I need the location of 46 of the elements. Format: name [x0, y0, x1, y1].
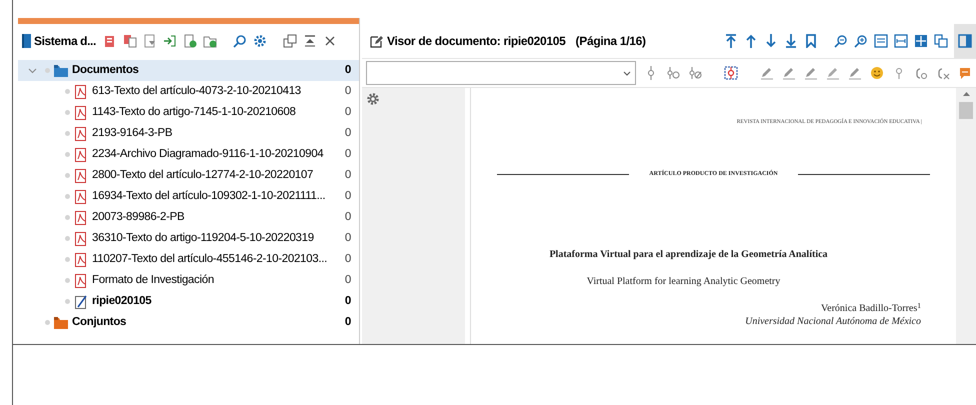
tree-item[interactable]: Conjuntos 0	[18, 312, 359, 333]
item-count: 0	[344, 146, 351, 162]
tree-item[interactable]: 2234-Archivo Diagramado-9116-1-10-20210904 0	[18, 144, 359, 165]
document-subtitle: Virtual Platform for learning Analytic Geometry	[586, 275, 780, 290]
tree-item[interactable]: 16934-Texto del artículo-109302-1-10-2021111... 0	[18, 186, 359, 207]
item-count: 0	[344, 294, 351, 309]
item-count: 0	[344, 104, 351, 120]
item-label: 20073-89986-2-PB	[92, 210, 186, 225]
item-label: 2800-Texto del artículo-12774-2-10-20220107	[92, 168, 314, 183]
viewer-title: Visor de documento: ripie020105	[387, 33, 566, 50]
tree-item[interactable]: Formato de Investigación 0	[18, 270, 359, 291]
panel-title: Sistema d...	[34, 33, 96, 50]
item-count: 0	[344, 188, 351, 204]
item-label: 1143-Texto do artigo-7145-1-10-20210608	[92, 104, 297, 120]
tree-item[interactable]: 110207-Texto del artículo-455146-2-10-202103... 0	[18, 249, 359, 270]
item-count: 0	[344, 84, 351, 99]
tree-item[interactable]: 1143-Texto do artigo-7145-1-10-20210608 0	[18, 102, 359, 123]
item-count: 0	[344, 314, 351, 330]
item-label: 110207-Texto del artículo-455146-2-10-202103...	[92, 252, 328, 267]
item-count: 0	[344, 126, 351, 141]
item-label: ripie020105	[92, 294, 152, 309]
author-affiliation: Universidad Nacional Autónoma de México	[745, 316, 921, 328]
item-count: 0	[344, 272, 351, 288]
item-count: 0	[344, 62, 351, 78]
item-label: 16934-Texto del artículo-109302-1-10-2021111...	[92, 188, 326, 204]
item-count: 0	[344, 230, 351, 246]
item-count: 0	[344, 252, 351, 267]
item-label: 2193-9164-3-PB	[92, 126, 174, 141]
tree-item[interactable]: ripie020105 0	[18, 291, 359, 312]
item-count: 0	[344, 210, 351, 225]
tree-item[interactable]: 2193-9164-3-PB 0	[18, 123, 359, 144]
author-name: Verónica Badillo-Torres$^{1}$	[821, 301, 921, 316]
page-indicator: (Página 1/16)	[576, 33, 646, 50]
tree-item[interactable]: 20073-89986-2-PB 0	[18, 207, 359, 228]
item-label: 2234-Archivo Diagramado-9116-1-10-20210904	[92, 146, 324, 162]
tree-item[interactable]: 2800-Texto del artículo-12774-2-10-20220107 0	[18, 165, 359, 186]
item-label: 36310-Texto do artigo-119204-5-10-20220319	[92, 230, 315, 246]
item-label: Documentos	[72, 62, 140, 78]
item-label: 613-Texto del artículo-4073-2-10-20210413	[92, 84, 302, 99]
item-count: 0	[344, 168, 351, 183]
tree-item[interactable]: Documentos 0	[18, 60, 359, 81]
item-label: Conjuntos	[72, 314, 128, 330]
tree-item[interactable]: 613-Texto del artículo-4073-2-10-20210413 0	[18, 81, 359, 102]
item-label: Formato de Investigación	[92, 272, 215, 288]
document-title: Plataforma Virtual para el aprendizaje de la Geometría Analítica	[549, 248, 828, 262]
tree-item[interactable]: 36310-Texto do artigo-119204-5-10-20220319 0	[18, 228, 359, 249]
